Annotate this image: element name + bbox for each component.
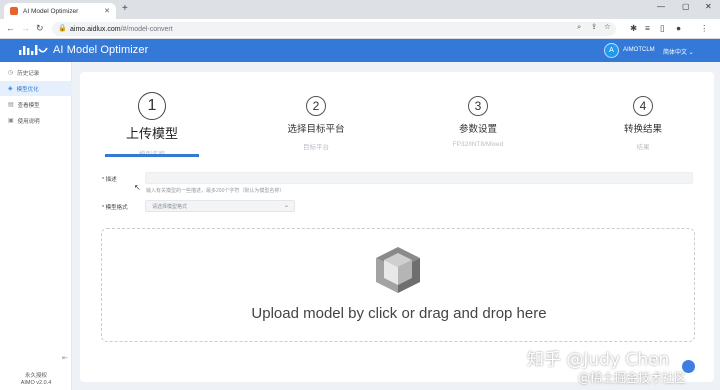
sidebar-item-history[interactable]: ◷ 历史记录 <box>0 65 72 80</box>
watermark-juejin: @稀土掘金技术社区 <box>578 371 687 385</box>
profile-icon[interactable]: ● <box>676 23 681 33</box>
extensions-icon[interactable]: ✱ <box>630 23 637 34</box>
convert-card: 1 上传模型 模型名称 2 选择目标平台 目标平台 3 参数设置 FP32/IN… <box>80 72 714 382</box>
step-title: 参数设置 <box>458 124 497 135</box>
step-number: 1 <box>138 92 166 120</box>
sidebar: ◷ 历史记录 ◈ 模型优化 ▤ 查看模型 ▣ 使用说明 ⇤ 永久授权 AIMO … <box>0 62 72 390</box>
main-content: 1 上传模型 模型名称 2 选择目标平台 目标平台 3 参数设置 FP32/IN… <box>72 62 720 390</box>
zoom-icon[interactable]: ⌕ <box>577 22 581 32</box>
chevron-down-icon: ⌄ <box>283 203 289 209</box>
watermark-zhihu: 知乎 @Judy Chen <box>527 350 670 370</box>
sidebar-item-label: 模型优化 <box>16 86 39 93</box>
mouse-cursor-icon: ↖ <box>134 183 141 192</box>
new-tab-button[interactable]: + <box>122 3 128 14</box>
help-icon: ▣ <box>8 118 14 124</box>
browser-tab[interactable]: AI Model Optimizer ✕ <box>4 3 116 19</box>
license-label: 永久授权 <box>24 373 47 379</box>
reload-icon[interactable]: ↻ <box>36 23 44 34</box>
sidebar-item-label: 历史记录 <box>17 70 40 77</box>
more-menu-icon[interactable]: ⋮ <box>700 23 709 34</box>
step-result[interactable]: 4 转换结果 结果 <box>583 96 703 151</box>
upload-dropzone[interactable]: Upload model by click or drag and drop h… <box>101 228 695 342</box>
version-label: AIMO v2.0.4 <box>20 380 52 386</box>
username[interactable]: AIMOTCLM <box>623 47 655 53</box>
step-subtitle: 结果 <box>636 144 650 151</box>
cube-icon <box>376 247 420 293</box>
forward-icon[interactable]: → <box>21 23 30 33</box>
view-model-icon: ▤ <box>8 102 14 108</box>
step-title: 转换结果 <box>623 124 662 135</box>
active-step-indicator <box>105 154 199 157</box>
step-upload-model[interactable]: 1 上传模型 模型名称 <box>92 92 212 158</box>
reading-list-icon[interactable]: ≡ <box>645 23 650 33</box>
history-icon: ◷ <box>8 70 14 76</box>
address-toolbar: ← → ↻ 🔒 aimo.aidlux.com/#/model-convert … <box>0 19 720 39</box>
avatar[interactable]: A <box>604 43 619 58</box>
step-number: 3 <box>468 96 488 116</box>
step-number: 2 <box>306 96 326 116</box>
share-icon[interactable]: ⇪ <box>591 22 597 31</box>
side-panel-icon[interactable]: ▯ <box>660 23 665 34</box>
step-title: 选择目标平台 <box>287 124 345 135</box>
description-input[interactable] <box>145 172 693 184</box>
sidebar-item-label: 使用说明 <box>17 118 40 125</box>
language-selector[interactable]: 简体中文 ⌄ <box>663 47 694 56</box>
sidebar-item-help[interactable]: ▣ 使用说明 <box>0 113 72 128</box>
step-select-target[interactable]: 2 选择目标平台 目标平台 <box>256 96 376 151</box>
maximize-icon[interactable]: ▢ <box>682 2 690 11</box>
step-parameters[interactable]: 3 参数设置 FP32/INT8/Mixed <box>418 96 538 148</box>
app-header: AI Model Optimizer A AIMOTCLM 简体中文 ⌄ <box>0 39 720 62</box>
url-host: aimo.aidlux.com <box>70 25 121 33</box>
sidebar-item-view-model[interactable]: ▤ 查看模型 <box>0 97 72 112</box>
step-subtitle: 目标平台 <box>303 144 329 151</box>
optimize-icon: ◈ <box>8 86 13 92</box>
close-window-icon[interactable]: ✕ <box>705 2 712 11</box>
minimize-icon[interactable]: — <box>657 2 665 11</box>
sidebar-item-label: 查看模型 <box>17 102 40 109</box>
upload-instruction: Upload model by click or drag and drop h… <box>251 305 547 322</box>
description-label: * 描述 <box>102 177 117 183</box>
model-format-label: * 模型格式 <box>102 205 128 211</box>
tab-title: AI Model Optimizer <box>23 7 79 15</box>
model-format-placeholder: 请选择模型格式 <box>152 203 188 210</box>
description-hint: 输入有关模型的一些描述，最多200个字符（默认为模型名称） <box>146 188 285 194</box>
close-tab-icon[interactable]: ✕ <box>104 7 110 15</box>
model-format-select[interactable]: 请选择模型格式 ⌄ <box>145 200 295 212</box>
url-bar[interactable]: 🔒 aimo.aidlux.com/#/model-convert <box>52 22 616 36</box>
lock-icon: 🔒 <box>58 25 67 32</box>
step-subtitle: FP32/INT8/Mixed <box>452 141 504 148</box>
aidlux-logo-icon <box>19 45 48 55</box>
browser-tab-bar: AI Model Optimizer ✕ + — ▢ ✕ <box>0 0 720 19</box>
url-path: /#/model-convert <box>120 25 173 33</box>
bookmark-star-icon[interactable]: ☆ <box>604 22 611 31</box>
step-number: 4 <box>633 96 653 116</box>
sidebar-item-optimize[interactable]: ◈ 模型优化 <box>0 81 72 96</box>
step-title: 上传模型 <box>125 126 178 141</box>
favicon-icon <box>10 7 18 15</box>
collapse-sidebar-icon[interactable]: ⇤ <box>62 354 68 362</box>
app-title: AI Model Optimizer <box>53 44 149 56</box>
back-icon[interactable]: ← <box>6 23 15 33</box>
